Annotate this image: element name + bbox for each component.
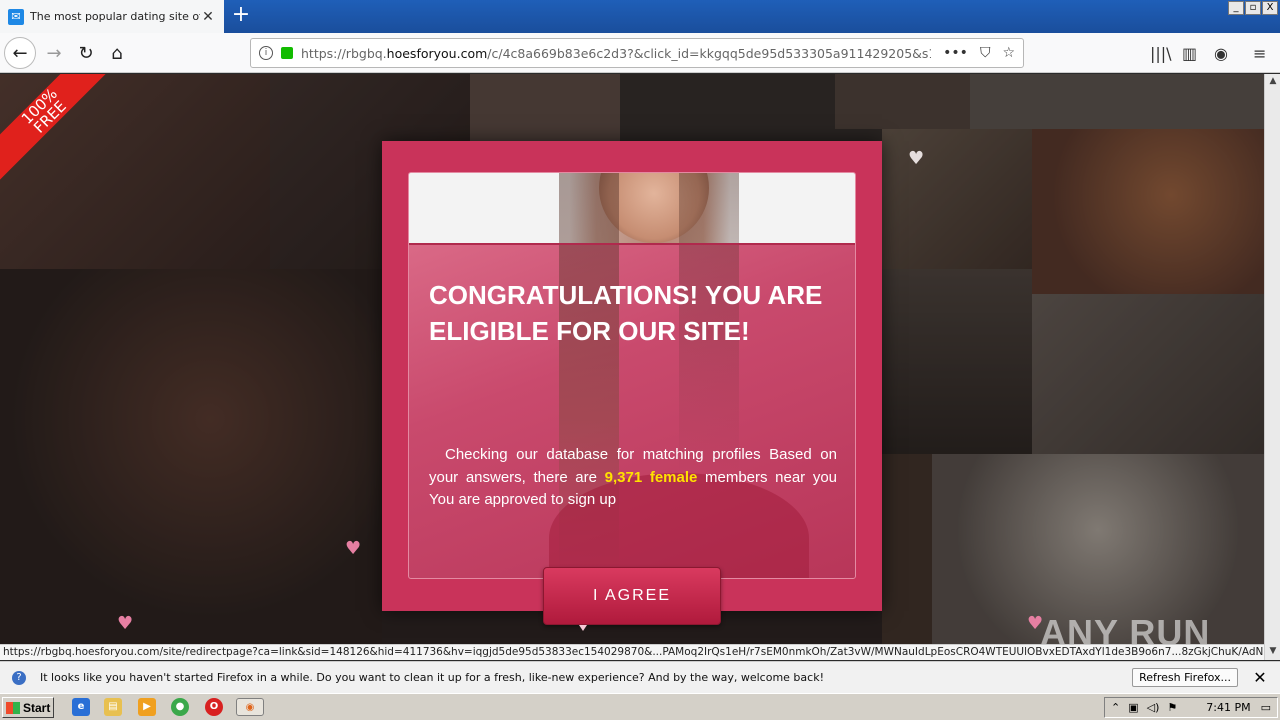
signup-modal: CONGRATULATIONS! YOU ARE ELIGIBLE FOR OU… bbox=[382, 141, 882, 631]
link-status-url: https://rbgbq.hoesforyou.com/site/redire… bbox=[0, 644, 1264, 660]
chrome-icon[interactable]: ● bbox=[171, 698, 189, 716]
library-icon[interactable]: |||\ bbox=[1150, 44, 1172, 63]
close-window-button[interactable]: X bbox=[1262, 1, 1278, 15]
sidebar-icon[interactable]: ▥ bbox=[1182, 44, 1197, 63]
congrats-heading: CONGRATULATIONS! YOU ARE ELIGIBLE FOR OU… bbox=[429, 280, 823, 346]
heart-icon: ♥ bbox=[117, 613, 134, 634]
url-text[interactable]: https://rbgbq.hoesforyou.com/c/4c8a669b8… bbox=[301, 46, 931, 61]
tab-strip: ✉ The most popular dating site of th ✕ +… bbox=[0, 0, 1280, 33]
notification-close-icon[interactable]: ✕ bbox=[1250, 668, 1270, 687]
site-info-icon[interactable]: i bbox=[259, 46, 273, 60]
volume-icon[interactable]: ◁) bbox=[1147, 701, 1160, 714]
heart-icon: ♥ bbox=[345, 538, 362, 559]
refresh-firefox-button[interactable]: Refresh Firefox... bbox=[1132, 668, 1238, 687]
question-icon: ? bbox=[12, 670, 26, 685]
firefox-taskbar-button[interactable]: ◉ bbox=[236, 698, 264, 716]
modal-panel: CONGRATULATIONS! YOU ARE ELIGIBLE FOR OU… bbox=[408, 172, 856, 579]
media-player-icon[interactable]: ▶ bbox=[138, 698, 156, 716]
browser-tab[interactable]: ✉ The most popular dating site of th ✕ bbox=[0, 0, 224, 33]
notification-message: It looks like you haven't started Firefo… bbox=[40, 671, 824, 684]
opera-icon[interactable]: O bbox=[205, 698, 223, 716]
maximize-button[interactable]: ▫ bbox=[1245, 1, 1261, 15]
windows-taskbar: Start e ▤ ▶ ● O ◉ ⌃ ▣ ◁) ⚑ 7:41 PM ▭ bbox=[0, 693, 1280, 720]
tab-title: The most popular dating site of th bbox=[30, 10, 200, 23]
back-arrow-icon: ← bbox=[12, 42, 28, 64]
reload-icon: ↻ bbox=[78, 42, 94, 64]
back-button[interactable]: ← bbox=[4, 37, 36, 69]
network-icon[interactable]: ▣ bbox=[1128, 701, 1138, 714]
page-scrollbar[interactable]: ▲ ▼ bbox=[1264, 74, 1280, 660]
url-domain: hoesforyou.com bbox=[386, 45, 488, 61]
minimize-button[interactable]: _ bbox=[1228, 1, 1244, 15]
lock-icon[interactable] bbox=[281, 47, 293, 59]
notification-bar: ? It looks like you haven't started Fire… bbox=[0, 661, 1280, 693]
start-button[interactable]: Start bbox=[2, 697, 54, 718]
windows-logo-icon bbox=[6, 701, 20, 714]
divider bbox=[409, 243, 855, 245]
url-prefix: https://rbgbq. bbox=[301, 45, 387, 61]
navigation-toolbar: ← → ↻ ⌂ i https://rbgbq.hoesforyou.com/c… bbox=[0, 33, 1280, 73]
scroll-down-icon[interactable]: ▼ bbox=[1267, 646, 1279, 656]
hamburger-menu-icon[interactable]: ≡ bbox=[1253, 44, 1266, 63]
tab-close-icon[interactable]: ✕ bbox=[200, 9, 216, 25]
new-tab-button[interactable]: + bbox=[230, 4, 252, 28]
forward-arrow-icon: → bbox=[46, 42, 62, 64]
reload-button[interactable]: ↻ bbox=[70, 37, 102, 69]
scroll-up-icon[interactable]: ▲ bbox=[1267, 76, 1279, 86]
forward-button[interactable]: → bbox=[38, 37, 70, 69]
account-icon[interactable]: ◉ bbox=[1214, 44, 1228, 63]
home-button[interactable]: ⌂ bbox=[101, 37, 133, 69]
home-icon: ⌂ bbox=[111, 42, 123, 64]
flag-icon[interactable]: ⚑ bbox=[1167, 701, 1177, 714]
bookmark-star-icon[interactable]: ☆ bbox=[1002, 45, 1015, 61]
ie-icon[interactable]: e bbox=[72, 698, 90, 716]
url-path: /c/4c8a669b83e6c2d3?&click_id=kkgqq5de95… bbox=[487, 45, 932, 61]
modal-body-text: Checking our database for matching profi… bbox=[429, 444, 837, 512]
site-favicon-icon: ✉ bbox=[8, 8, 24, 25]
page-actions-menu-icon[interactable]: ••• bbox=[943, 45, 968, 61]
agree-button[interactable]: I AGREE bbox=[543, 567, 721, 625]
heart-icon: ♥ bbox=[908, 148, 925, 169]
folder-icon[interactable]: ▤ bbox=[104, 698, 122, 716]
pocket-icon[interactable]: ⛉ bbox=[980, 45, 991, 61]
address-bar[interactable]: i https://rbgbq.hoesforyou.com/c/4c8a669… bbox=[250, 38, 1024, 68]
member-count-highlight: 9,371 female bbox=[604, 468, 698, 486]
down-arrow-icon bbox=[579, 625, 587, 631]
tray-expand-icon[interactable]: ⌃ bbox=[1111, 701, 1120, 714]
system-tray: ⌃ ▣ ◁) ⚑ 7:41 PM ▭ bbox=[1104, 697, 1278, 718]
web-page: 100% FREE ♥ ♥ ♥ ♥ CONGRATULATIONS! YOU A… bbox=[0, 74, 1264, 644]
show-desktop-icon[interactable]: ▭ bbox=[1261, 701, 1271, 714]
start-label: Start bbox=[23, 700, 51, 715]
clock: 7:41 PM bbox=[1206, 701, 1251, 714]
